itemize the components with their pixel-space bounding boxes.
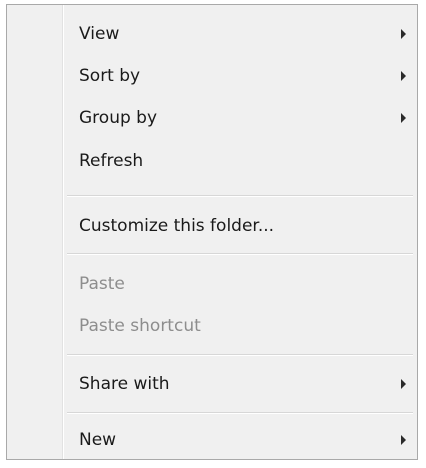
menu-item-label: View (79, 24, 120, 44)
menu-item-share-with[interactable]: Share with (7, 363, 417, 405)
menu-item-label: Group by (79, 108, 158, 128)
menu-item-label: Sort by (79, 66, 141, 86)
menu-item-label: Share with (79, 374, 170, 394)
context-menu: View Sort by Group by Refresh Customize … (6, 4, 418, 460)
submenu-arrow-icon (401, 435, 406, 445)
menu-item-refresh[interactable]: Refresh (7, 140, 417, 182)
menu-separator (67, 195, 413, 197)
submenu-arrow-icon (401, 379, 406, 389)
menu-item-label: Paste shortcut (79, 316, 201, 336)
menu-item-label: New (79, 430, 117, 450)
menu-item-paste-shortcut[interactable]: Paste shortcut (7, 305, 417, 347)
menu-item-customize-this-folder[interactable]: Customize this folder... (7, 205, 417, 247)
menu-separator (67, 354, 413, 356)
menu-item-label: Customize this folder... (79, 216, 275, 236)
submenu-arrow-icon (401, 71, 406, 81)
menu-separator (67, 412, 413, 414)
menu-item-label: Paste (79, 274, 125, 294)
menu-item-view[interactable]: View (7, 13, 417, 55)
menu-item-group-by[interactable]: Group by (7, 97, 417, 139)
menu-item-new[interactable]: New (7, 419, 417, 461)
menu-item-label: Refresh (79, 151, 144, 171)
submenu-arrow-icon (401, 29, 406, 39)
menu-item-sort-by[interactable]: Sort by (7, 55, 417, 97)
submenu-arrow-icon (401, 113, 406, 123)
menu-item-paste[interactable]: Paste (7, 263, 417, 305)
menu-separator (67, 253, 413, 255)
